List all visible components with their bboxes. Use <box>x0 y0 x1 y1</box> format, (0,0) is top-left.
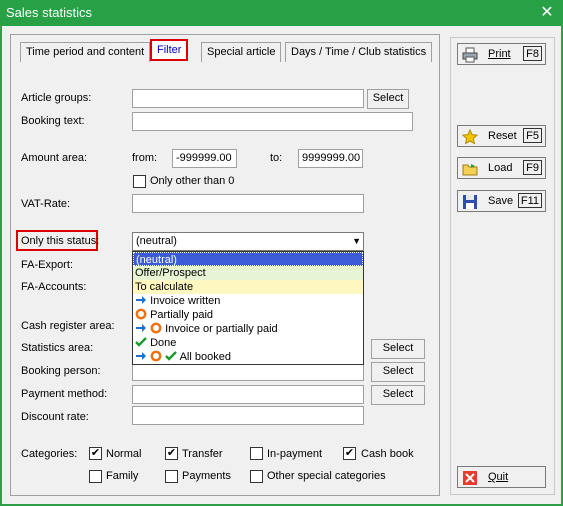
status-select-value: (neutral) <box>136 235 177 247</box>
amount-from-field[interactable]: -999999.00 <box>172 149 237 168</box>
checkmark-icon <box>135 337 147 347</box>
ring-icon <box>150 350 162 362</box>
only-other-than-zero-checkbox[interactable] <box>133 175 146 188</box>
status-option[interactable]: All booked <box>133 350 363 364</box>
save-button[interactable]: Save F11 <box>457 190 546 212</box>
ring-icon <box>150 322 162 334</box>
quit-button[interactable]: Quit <box>457 466 546 488</box>
close-icon[interactable]: ✕ <box>531 0 563 26</box>
to-label: to: <box>270 152 283 164</box>
fa-export-label: FA-Export: <box>21 259 73 271</box>
ring-icon <box>135 308 147 320</box>
vat-rate-field[interactable] <box>132 194 364 213</box>
save-label: Save <box>488 195 514 207</box>
status-option[interactable]: To calculate <box>133 280 363 294</box>
category-family-checkbox[interactable] <box>89 470 102 483</box>
status-dropdown-list: (neutral) Offer/Prospect To calculate In… <box>132 251 364 365</box>
discount-rate-field[interactable] <box>132 406 364 425</box>
status-option[interactable]: (neutral) <box>133 252 363 266</box>
tab-time-period[interactable]: Time period and content <box>20 42 151 62</box>
category-cash-book-checkbox[interactable]: ✔ <box>343 447 356 460</box>
booking-text-label: Booking text: <box>21 115 85 127</box>
cash-register-area-label: Cash register area: <box>21 320 115 332</box>
star-icon <box>462 129 478 145</box>
arrow-right-icon <box>136 296 146 304</box>
category-label: Transfer <box>182 448 223 460</box>
booking-person-select-button[interactable]: Select <box>371 362 425 382</box>
only-this-status-label: Only this status: <box>21 235 100 247</box>
reset-shortcut: F5 <box>523 128 542 143</box>
discount-rate-label: Discount rate: <box>21 411 89 423</box>
booking-person-label: Booking person: <box>21 365 101 377</box>
payment-method-select-button[interactable]: Select <box>371 385 425 405</box>
tab-filter[interactable]: Filter <box>150 39 189 61</box>
print-label: Print <box>488 48 511 60</box>
load-button[interactable]: Load F9 <box>457 157 546 179</box>
category-transfer-checkbox[interactable]: ✔ <box>165 447 178 460</box>
article-groups-label: Article groups: <box>21 92 92 104</box>
status-option[interactable]: Offer/Prospect <box>133 266 363 280</box>
status-option[interactable]: Invoice written <box>133 294 363 308</box>
amount-area-label: Amount area: <box>21 152 88 164</box>
payment-method-label: Payment method: <box>21 388 108 400</box>
vat-rate-label: VAT-Rate: <box>21 198 71 210</box>
checkmark-icon <box>165 351 177 361</box>
folder-icon <box>462 164 478 176</box>
status-option[interactable]: Done <box>133 336 363 350</box>
chevron-down-icon[interactable]: ▼ <box>352 236 361 246</box>
title-bar: Sales statistics ✕ <box>0 0 563 26</box>
window-title: Sales statistics <box>6 5 92 20</box>
article-groups-field[interactable] <box>132 89 364 108</box>
amount-to-field[interactable]: 9999999.00 <box>298 149 363 168</box>
category-in-payment-checkbox[interactable] <box>250 447 263 460</box>
load-label: Load <box>488 162 513 174</box>
category-label: In-payment <box>267 448 323 460</box>
print-shortcut: F8 <box>523 46 542 61</box>
sales-statistics-window: Sales statistics ✕ Time period and conte… <box>0 0 563 506</box>
categories-label: Categories: <box>21 448 78 460</box>
close-icon <box>463 471 477 485</box>
status-select[interactable]: (neutral) ▼ <box>132 232 364 251</box>
article-groups-select-button[interactable]: Select <box>367 89 409 109</box>
load-shortcut: F9 <box>523 160 542 175</box>
quit-label: Quit <box>488 471 509 483</box>
status-option[interactable]: Partially paid <box>133 308 363 322</box>
only-other-than-zero-label: Only other than 0 <box>150 175 235 187</box>
reset-button[interactable]: Reset F5 <box>457 125 546 147</box>
reset-label: Reset <box>488 130 517 142</box>
statistics-area-label: Statistics area: <box>21 342 94 354</box>
arrow-right-icon <box>136 324 146 332</box>
category-normal-checkbox[interactable]: ✔ <box>89 447 102 460</box>
side-button-panel <box>450 37 555 495</box>
category-label: Cash book <box>361 448 414 460</box>
from-label: from: <box>132 152 158 164</box>
fa-accounts-label: FA-Accounts: <box>21 281 87 293</box>
category-label: Other special categories <box>267 470 386 482</box>
category-other-special-checkbox[interactable] <box>250 470 263 483</box>
booking-text-field[interactable] <box>132 112 413 131</box>
print-button[interactable]: Print F8 <box>457 43 546 65</box>
category-label: Family <box>106 470 139 482</box>
category-label: Normal <box>106 448 142 460</box>
printer-icon <box>462 47 478 63</box>
tab-special-article[interactable]: Special article <box>201 42 282 62</box>
status-option[interactable]: Invoice or partially paid <box>133 322 363 336</box>
tab-days-time-club[interactable]: Days / Time / Club statistics <box>285 42 433 62</box>
payment-method-field[interactable] <box>132 385 364 404</box>
statistics-area-select-button[interactable]: Select <box>371 339 425 359</box>
category-payments-checkbox[interactable] <box>165 470 178 483</box>
category-label: Payments <box>182 470 231 482</box>
floppy-disk-icon <box>463 195 477 209</box>
arrow-right-icon <box>136 352 146 360</box>
save-shortcut: F11 <box>517 193 542 208</box>
